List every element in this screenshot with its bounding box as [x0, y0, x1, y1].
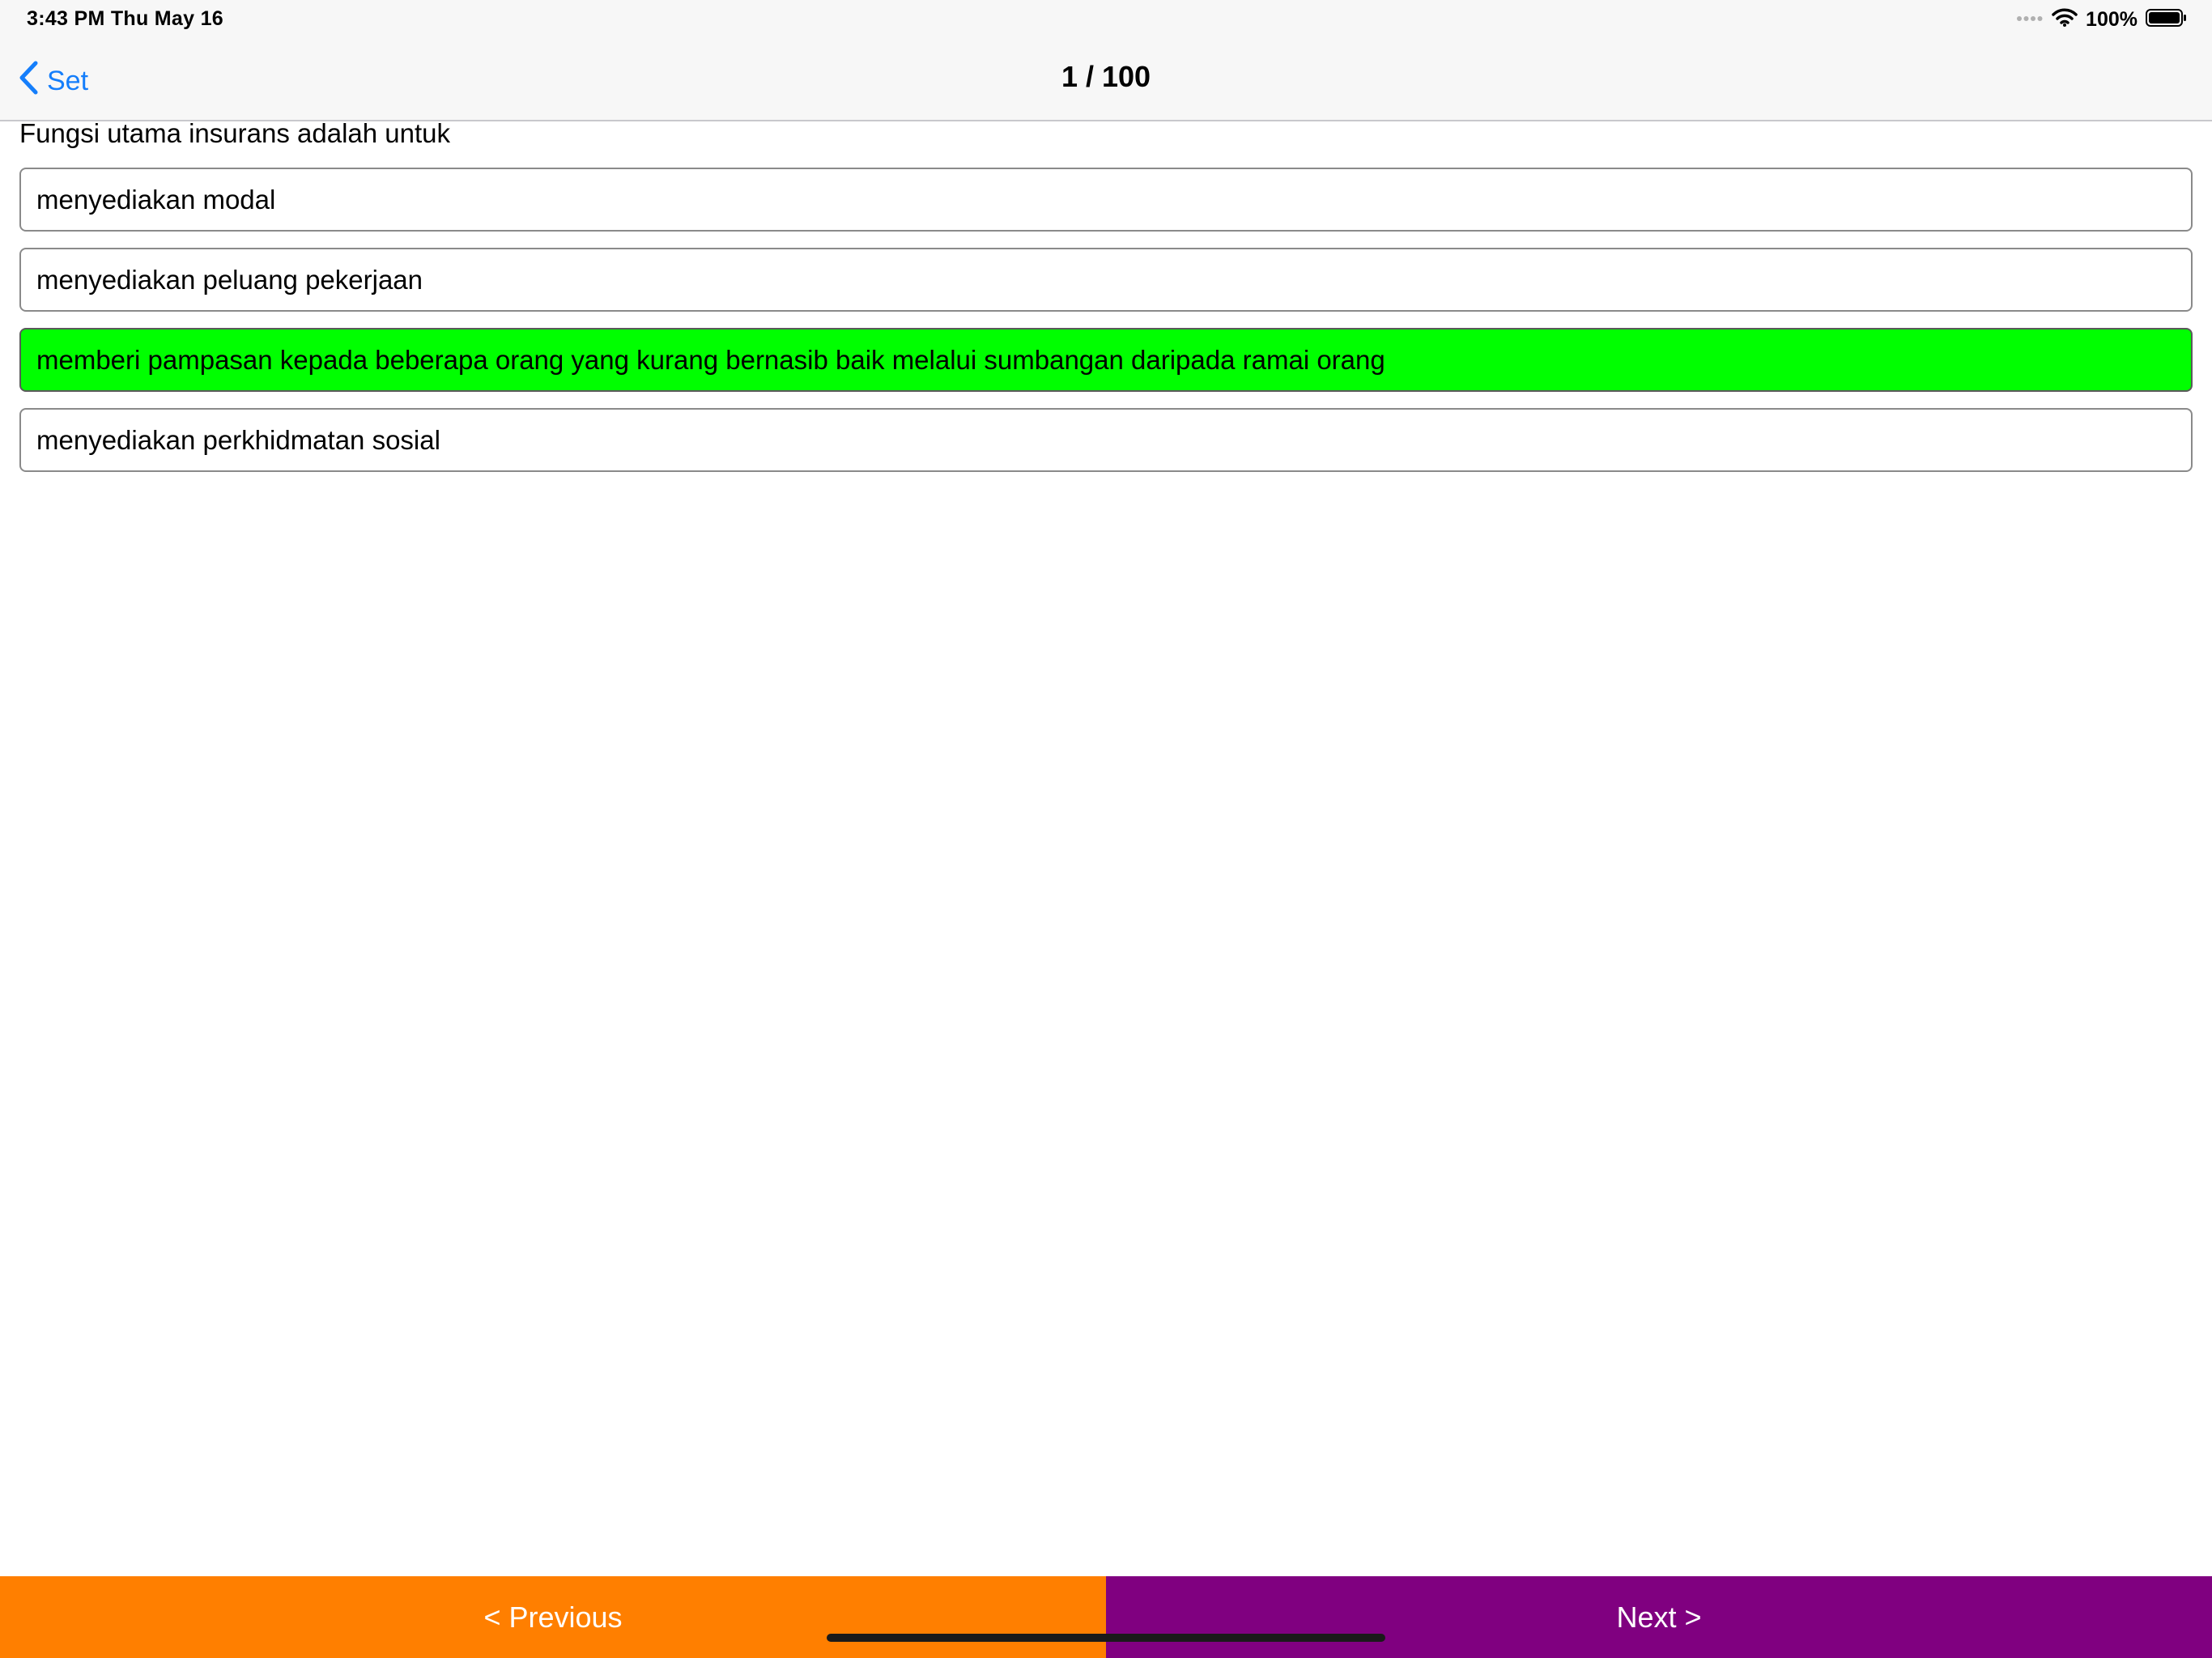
- navigation-bar: Set 1 / 100: [0, 42, 2212, 121]
- signal-dots-icon: [2016, 12, 2044, 27]
- next-button[interactable]: Next >: [1106, 1576, 2212, 1658]
- answer-option-2[interactable]: menyediakan peluang pekerjaan: [19, 248, 2193, 312]
- previous-button[interactable]: < Previous: [0, 1576, 1106, 1658]
- wifi-icon: [2052, 8, 2078, 32]
- answer-list: menyediakan modal menyediakan peluang pe…: [19, 168, 2193, 488]
- status-bar: 3:43 PM Thu May 16 100%: [0, 0, 2212, 42]
- answer-option-label: memberi pampasan kepada beberapa orang y…: [36, 344, 1385, 375]
- previous-button-label: < Previous: [483, 1600, 623, 1634]
- home-indicator[interactable]: [827, 1634, 1385, 1642]
- status-time: 3:43 PM Thu May 16: [27, 7, 223, 30]
- answer-option-1[interactable]: menyediakan modal: [19, 168, 2193, 232]
- answer-option-label: menyediakan peluang pekerjaan: [36, 264, 423, 295]
- answer-option-label: menyediakan modal: [36, 184, 276, 215]
- question-text: Fungsi utama insurans adalah untuk: [19, 118, 450, 148]
- answer-option-4[interactable]: menyediakan perkhidmatan sosial: [19, 408, 2193, 472]
- next-button-label: Next >: [1616, 1600, 1702, 1634]
- page-title: 1 / 100: [1061, 60, 1151, 93]
- battery-percentage: 100%: [2086, 7, 2138, 31]
- battery-icon: [2146, 8, 2188, 32]
- answer-option-label: menyediakan perkhidmatan sosial: [36, 424, 440, 455]
- bottom-navigation: < Previous Next >: [0, 1576, 2212, 1658]
- answer-option-3-correct[interactable]: memberi pampasan kepada beberapa orang y…: [19, 328, 2193, 392]
- status-right: 100%: [2016, 6, 2188, 32]
